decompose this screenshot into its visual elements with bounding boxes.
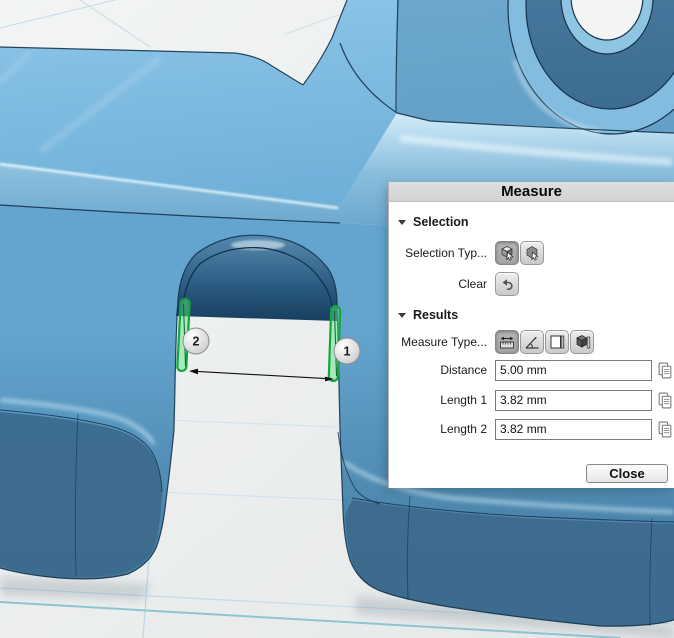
distance-field[interactable] xyxy=(495,359,652,381)
length2-label: Length 2 xyxy=(440,422,487,436)
volume-icon xyxy=(576,335,591,349)
select-solid-button[interactable] xyxy=(520,241,544,265)
area-icon xyxy=(550,335,565,349)
select-body-icon xyxy=(501,246,514,261)
copy-icon xyxy=(658,362,672,378)
measure-panel: Measure Selection Selection Typ... Clear… xyxy=(388,182,674,488)
measure-volume-button[interactable] xyxy=(570,330,594,354)
collapse-arrow-icon xyxy=(398,312,406,318)
copy-distance-button[interactable] xyxy=(658,362,672,379)
app-window: 2 1 Measure Selection Selection Typ... C… xyxy=(0,0,674,638)
angle-icon xyxy=(525,336,539,349)
selection-type-row: Selection Typ... xyxy=(389,240,674,266)
measure-type-label: Measure Type... xyxy=(401,335,487,349)
measure-distance-button[interactable] xyxy=(495,330,519,354)
copy-icon xyxy=(658,392,672,408)
undo-arrow-icon xyxy=(502,279,513,291)
collapse-arrow-icon xyxy=(398,219,406,225)
distance-ruler-icon xyxy=(500,336,514,349)
measure-angle-button[interactable] xyxy=(520,330,544,354)
close-button[interactable]: Close xyxy=(586,464,668,483)
selection-type-label: Selection Typ... xyxy=(405,246,487,260)
distance-row: Distance xyxy=(389,359,674,381)
badge-2-label: 2 xyxy=(193,335,200,349)
section-selection-label: Selection xyxy=(413,215,469,229)
select-body-button[interactable] xyxy=(495,241,519,265)
section-selection[interactable]: Selection xyxy=(398,215,469,229)
select-solid-icon xyxy=(526,246,539,261)
clear-button[interactable] xyxy=(495,272,519,296)
selection-badge-2[interactable]: 2 xyxy=(182,327,210,355)
measure-area-button[interactable] xyxy=(545,330,569,354)
measure-type-row: Measure Type... xyxy=(389,329,674,355)
section-results-label: Results xyxy=(413,308,459,322)
copy-length2-button[interactable] xyxy=(658,421,672,438)
selection-badge-1[interactable]: 1 xyxy=(333,337,361,365)
copy-length1-button[interactable] xyxy=(658,392,672,409)
panel-title: Measure xyxy=(389,182,674,202)
clear-label: Clear xyxy=(458,277,487,291)
copy-icon xyxy=(658,421,672,437)
length2-row: Length 2 xyxy=(389,418,674,440)
badge-1-label: 1 xyxy=(344,345,351,359)
section-results[interactable]: Results xyxy=(398,308,458,322)
length1-label: Length 1 xyxy=(440,393,487,407)
length2-field[interactable] xyxy=(495,418,652,440)
distance-label: Distance xyxy=(440,363,487,377)
clear-row: Clear xyxy=(389,271,674,297)
length1-field[interactable] xyxy=(495,389,652,411)
length1-row: Length 1 xyxy=(389,389,674,411)
